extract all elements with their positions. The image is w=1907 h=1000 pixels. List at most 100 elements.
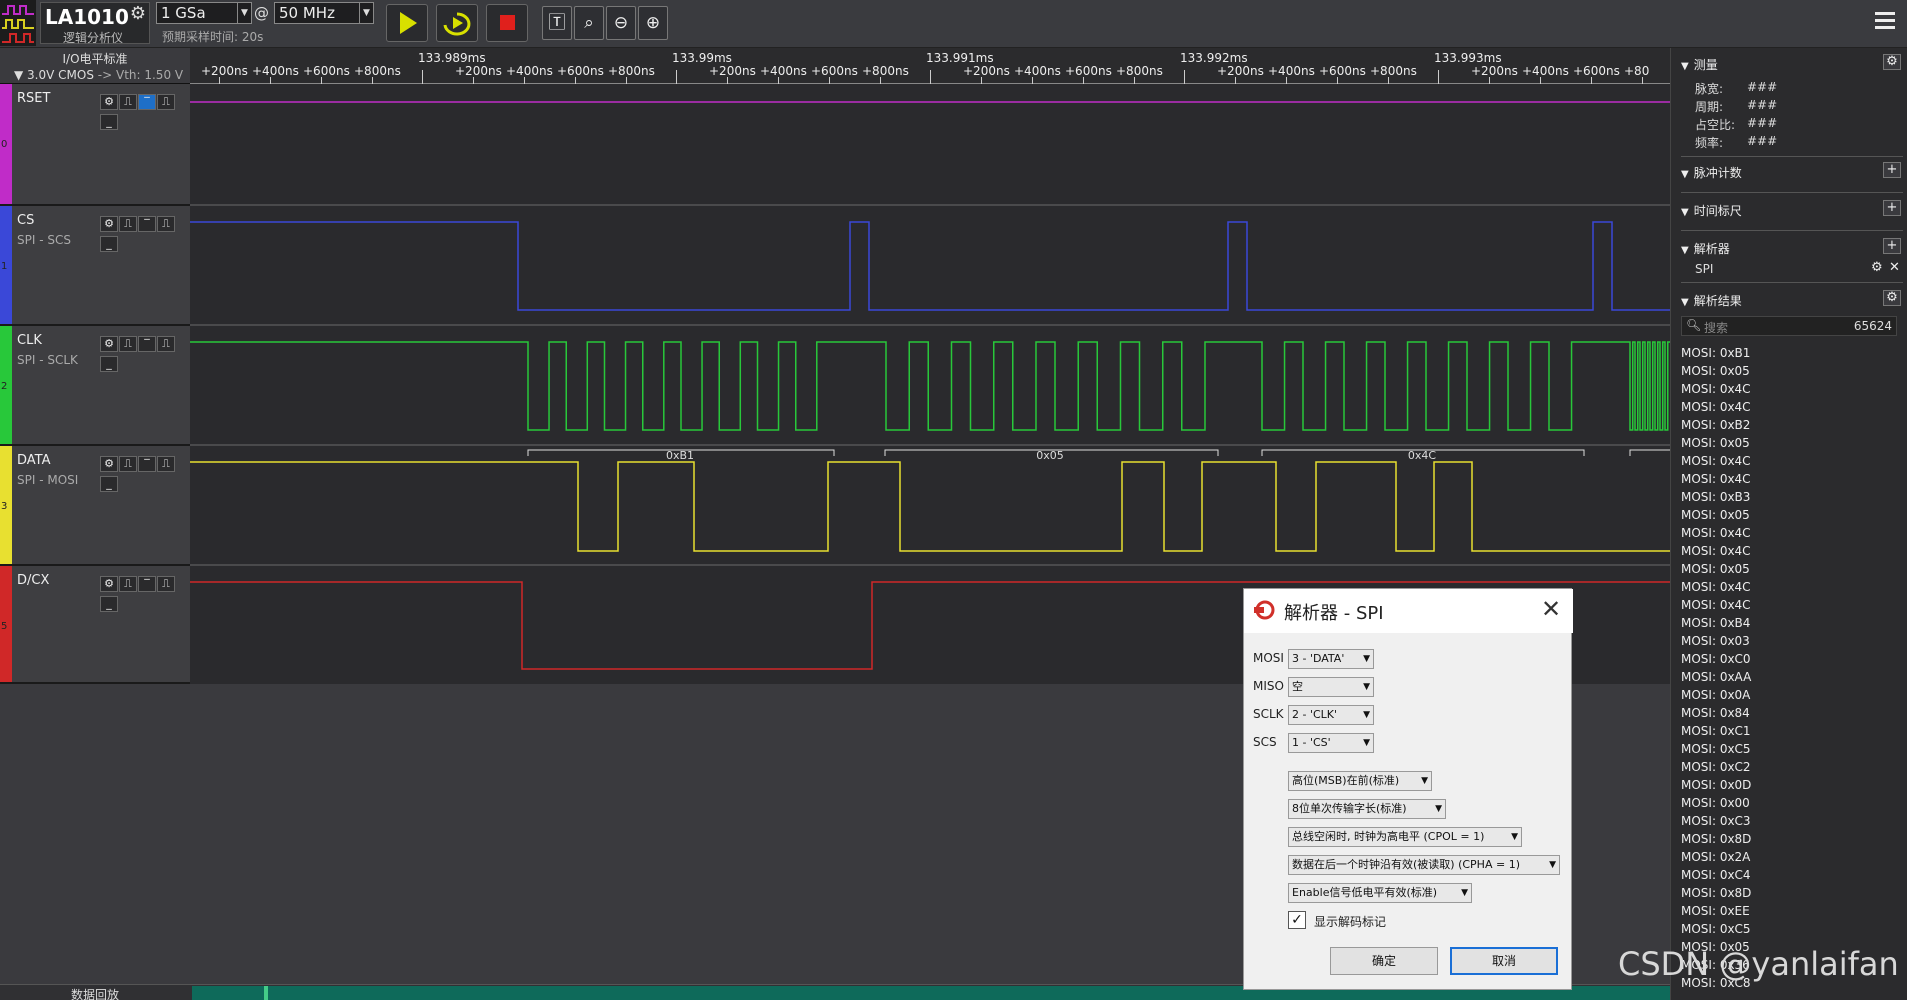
falling-edge-trigger-icon[interactable]: ⎍ <box>157 216 175 232</box>
result-item[interactable]: MOSI: 0x4C <box>1681 578 1897 596</box>
io-level-header[interactable]: I/O电平标准 ▼ 3.0V CMOS -> Vth: 1.50 V <box>0 48 190 84</box>
scroll-thumb[interactable] <box>264 986 268 1000</box>
rising-edge-trigger-icon[interactable]: ⎍ <box>119 336 137 352</box>
zoom-fit-button[interactable]: ⌕ <box>574 6 604 40</box>
device-settings-gear-icon[interactable]: ⚙ <box>128 4 148 24</box>
channel-row-data[interactable]: 3 DATA SPI - MOSI ⚙ ⎍ ‾ ⎍_ <box>0 446 190 566</box>
cpha-select[interactable]: 数据在后一个时钟沿有效(被读取) (CPHA = 1) ▼ <box>1288 855 1560 875</box>
channel-gear-icon[interactable]: ⚙ <box>100 336 118 352</box>
ok-button[interactable]: 确定 <box>1330 947 1438 975</box>
measure-section-header[interactable]: ▼ 测量 <box>1681 56 1903 73</box>
result-item[interactable]: MOSI: 0x05 <box>1681 362 1897 380</box>
low-level-trigger-icon[interactable]: _ <box>100 596 118 612</box>
zoom-in-button[interactable]: ⊕ <box>638 6 668 40</box>
enable-select[interactable]: Enable信号低电平有效(标准) ▼ <box>1288 883 1472 903</box>
bit-order-select[interactable]: 高位(MSB)在前(标准) ▼ <box>1288 771 1432 791</box>
pulse-count-section-header[interactable]: ▼ 脉冲计数 <box>1681 164 1903 181</box>
high-level-trigger-icon[interactable]: ‾ <box>138 456 156 472</box>
high-level-trigger-icon[interactable]: ‾ <box>138 576 156 592</box>
time-ruler[interactable]: 133.989ms 133.99ms 133.991ms 133.992ms 133.9… <box>190 48 1670 84</box>
scs-select[interactable]: 1 - 'CS' ▼ <box>1288 733 1374 753</box>
result-item[interactable]: MOSI: 0x84 <box>1681 704 1897 722</box>
miso-select[interactable]: 空 ▼ <box>1288 677 1374 697</box>
show-marks-checkbox[interactable]: ✓ <box>1288 911 1306 929</box>
result-item[interactable]: MOSI: 0xB1 <box>1681 344 1897 362</box>
zoom-out-button[interactable]: ⊖ <box>606 6 636 40</box>
result-item[interactable]: MOSI: 0x03 <box>1681 632 1897 650</box>
result-item[interactable]: MOSI: 0x00 <box>1681 794 1897 812</box>
decoder-section-header[interactable]: ▼ 解析器 <box>1681 240 1903 257</box>
measure-settings-gear-icon[interactable]: ⚙ <box>1883 54 1901 70</box>
result-item[interactable]: MOSI: 0x2A <box>1681 848 1897 866</box>
channel-gear-icon[interactable]: ⚙ <box>100 216 118 232</box>
sclk-select[interactable]: 2 - 'CLK' ▼ <box>1288 705 1374 725</box>
result-item[interactable]: MOSI: 0xB4 <box>1681 614 1897 632</box>
low-level-trigger-icon[interactable]: _ <box>100 236 118 252</box>
rising-edge-trigger-icon[interactable]: ⎍ <box>119 456 137 472</box>
channel-row-rset[interactable]: 0 RSET ⚙ ⎍ ‾ ⎍_ <box>0 84 190 206</box>
falling-edge-trigger-icon[interactable]: ⎍ <box>157 336 175 352</box>
results-list[interactable]: MOSI: 0xB1 MOSI: 0x05 MOSI: 0x4C MOSI: 0x4C… <box>1681 344 1897 1000</box>
hamburger-menu-icon[interactable] <box>1875 12 1895 30</box>
mosi-select[interactable]: 3 - 'DATA' ▼ <box>1288 649 1374 669</box>
decoder-item[interactable]: SPI <box>1695 262 1713 276</box>
add-pulse-count-button[interactable]: + <box>1883 162 1901 178</box>
dialog-title-bar[interactable]: 解析器 - SPI ✕ <box>1244 589 1573 633</box>
result-item[interactable]: MOSI: 0xC0 <box>1681 650 1897 668</box>
close-icon[interactable]: ✕ <box>1539 595 1563 623</box>
results-settings-gear-icon[interactable]: ⚙ <box>1883 290 1901 306</box>
rising-edge-trigger-icon[interactable]: ⎍ <box>119 216 137 232</box>
high-level-trigger-icon[interactable]: ‾ <box>138 216 156 232</box>
rising-edge-trigger-icon[interactable]: ⎍ <box>119 576 137 592</box>
add-decoder-button[interactable]: + <box>1883 238 1901 254</box>
result-item[interactable]: MOSI: 0x4C <box>1681 398 1897 416</box>
low-level-trigger-icon[interactable]: _ <box>100 114 118 130</box>
result-item[interactable]: MOSI: 0x4C <box>1681 452 1897 470</box>
result-item[interactable]: MOSI: 0x8D <box>1681 884 1897 902</box>
cpol-select[interactable]: 总线空闲时, 时钟为高电平 (CPOL = 1) ▼ <box>1288 827 1522 847</box>
result-item[interactable]: MOSI: 0x05 <box>1681 434 1897 452</box>
falling-edge-trigger-icon[interactable]: ⎍ <box>157 456 175 472</box>
add-time-ruler-button[interactable]: + <box>1883 200 1901 216</box>
result-item[interactable]: MOSI: 0x05 <box>1681 560 1897 578</box>
cancel-button[interactable]: 取消 <box>1450 947 1558 975</box>
result-item[interactable]: MOSI: 0xC2 <box>1681 758 1897 776</box>
channel-row-cs[interactable]: 1 CS SPI - SCS ⚙ ⎍ ‾ ⎍_ <box>0 206 190 326</box>
low-level-trigger-icon[interactable]: _ <box>100 356 118 372</box>
channel-gear-icon[interactable]: ⚙ <box>100 456 118 472</box>
time-ruler-section-header[interactable]: ▼ 时间标尺 <box>1681 202 1903 219</box>
channel-gear-icon[interactable]: ⚙ <box>100 94 118 110</box>
result-item[interactable]: MOSI: 0xAA <box>1681 668 1897 686</box>
low-level-trigger-icon[interactable]: _ <box>100 476 118 492</box>
result-item[interactable]: MOSI: 0xC3 <box>1681 812 1897 830</box>
results-search[interactable]: 🔍︎ 搜索 65624 <box>1681 316 1897 336</box>
result-item[interactable]: MOSI: 0xC5 <box>1681 920 1897 938</box>
result-item[interactable]: MOSI: 0x05 <box>1681 506 1897 524</box>
channel-row-clk[interactable]: 2 CLK SPI - SCLK ⚙ ⎍ ‾ ⎍_ <box>0 326 190 446</box>
loop-start-button[interactable] <box>436 4 478 42</box>
result-item[interactable]: MOSI: 0x8D <box>1681 830 1897 848</box>
result-item[interactable]: MOSI: 0x4C <box>1681 470 1897 488</box>
result-item[interactable]: MOSI: 0x4C <box>1681 380 1897 398</box>
result-item[interactable]: MOSI: 0xB2 <box>1681 416 1897 434</box>
sample-rate-select[interactable]: 1 GSa ▼ <box>156 2 252 24</box>
results-section-header[interactable]: ▼ 解析结果 <box>1681 292 1903 309</box>
high-level-trigger-icon[interactable]: ‾ <box>138 336 156 352</box>
start-button[interactable] <box>386 4 428 42</box>
text-tool-button[interactable]: 🅃 <box>542 6 572 40</box>
result-item[interactable]: MOSI: 0x4C <box>1681 524 1897 542</box>
result-item[interactable]: MOSI: 0x4C <box>1681 542 1897 560</box>
stop-button[interactable] <box>486 4 528 42</box>
result-item[interactable]: MOSI: 0xC1 <box>1681 722 1897 740</box>
channel-gear-icon[interactable]: ⚙ <box>100 576 118 592</box>
result-item[interactable]: MOSI: 0xC5 <box>1681 740 1897 758</box>
result-item[interactable]: MOSI: 0xB3 <box>1681 488 1897 506</box>
result-item[interactable]: MOSI: 0x0A <box>1681 686 1897 704</box>
result-item[interactable]: MOSI: 0x4C <box>1681 596 1897 614</box>
high-level-trigger-icon[interactable]: ‾ <box>138 94 156 110</box>
result-item[interactable]: MOSI: 0xEE <box>1681 902 1897 920</box>
result-item[interactable]: MOSI: 0x0D <box>1681 776 1897 794</box>
rising-edge-trigger-icon[interactable]: ⎍ <box>119 94 137 110</box>
channel-row-dcx[interactable]: 5 D/CX ⚙ ⎍ ‾ ⎍_ <box>0 566 190 684</box>
result-item[interactable]: MOSI: 0xC4 <box>1681 866 1897 884</box>
